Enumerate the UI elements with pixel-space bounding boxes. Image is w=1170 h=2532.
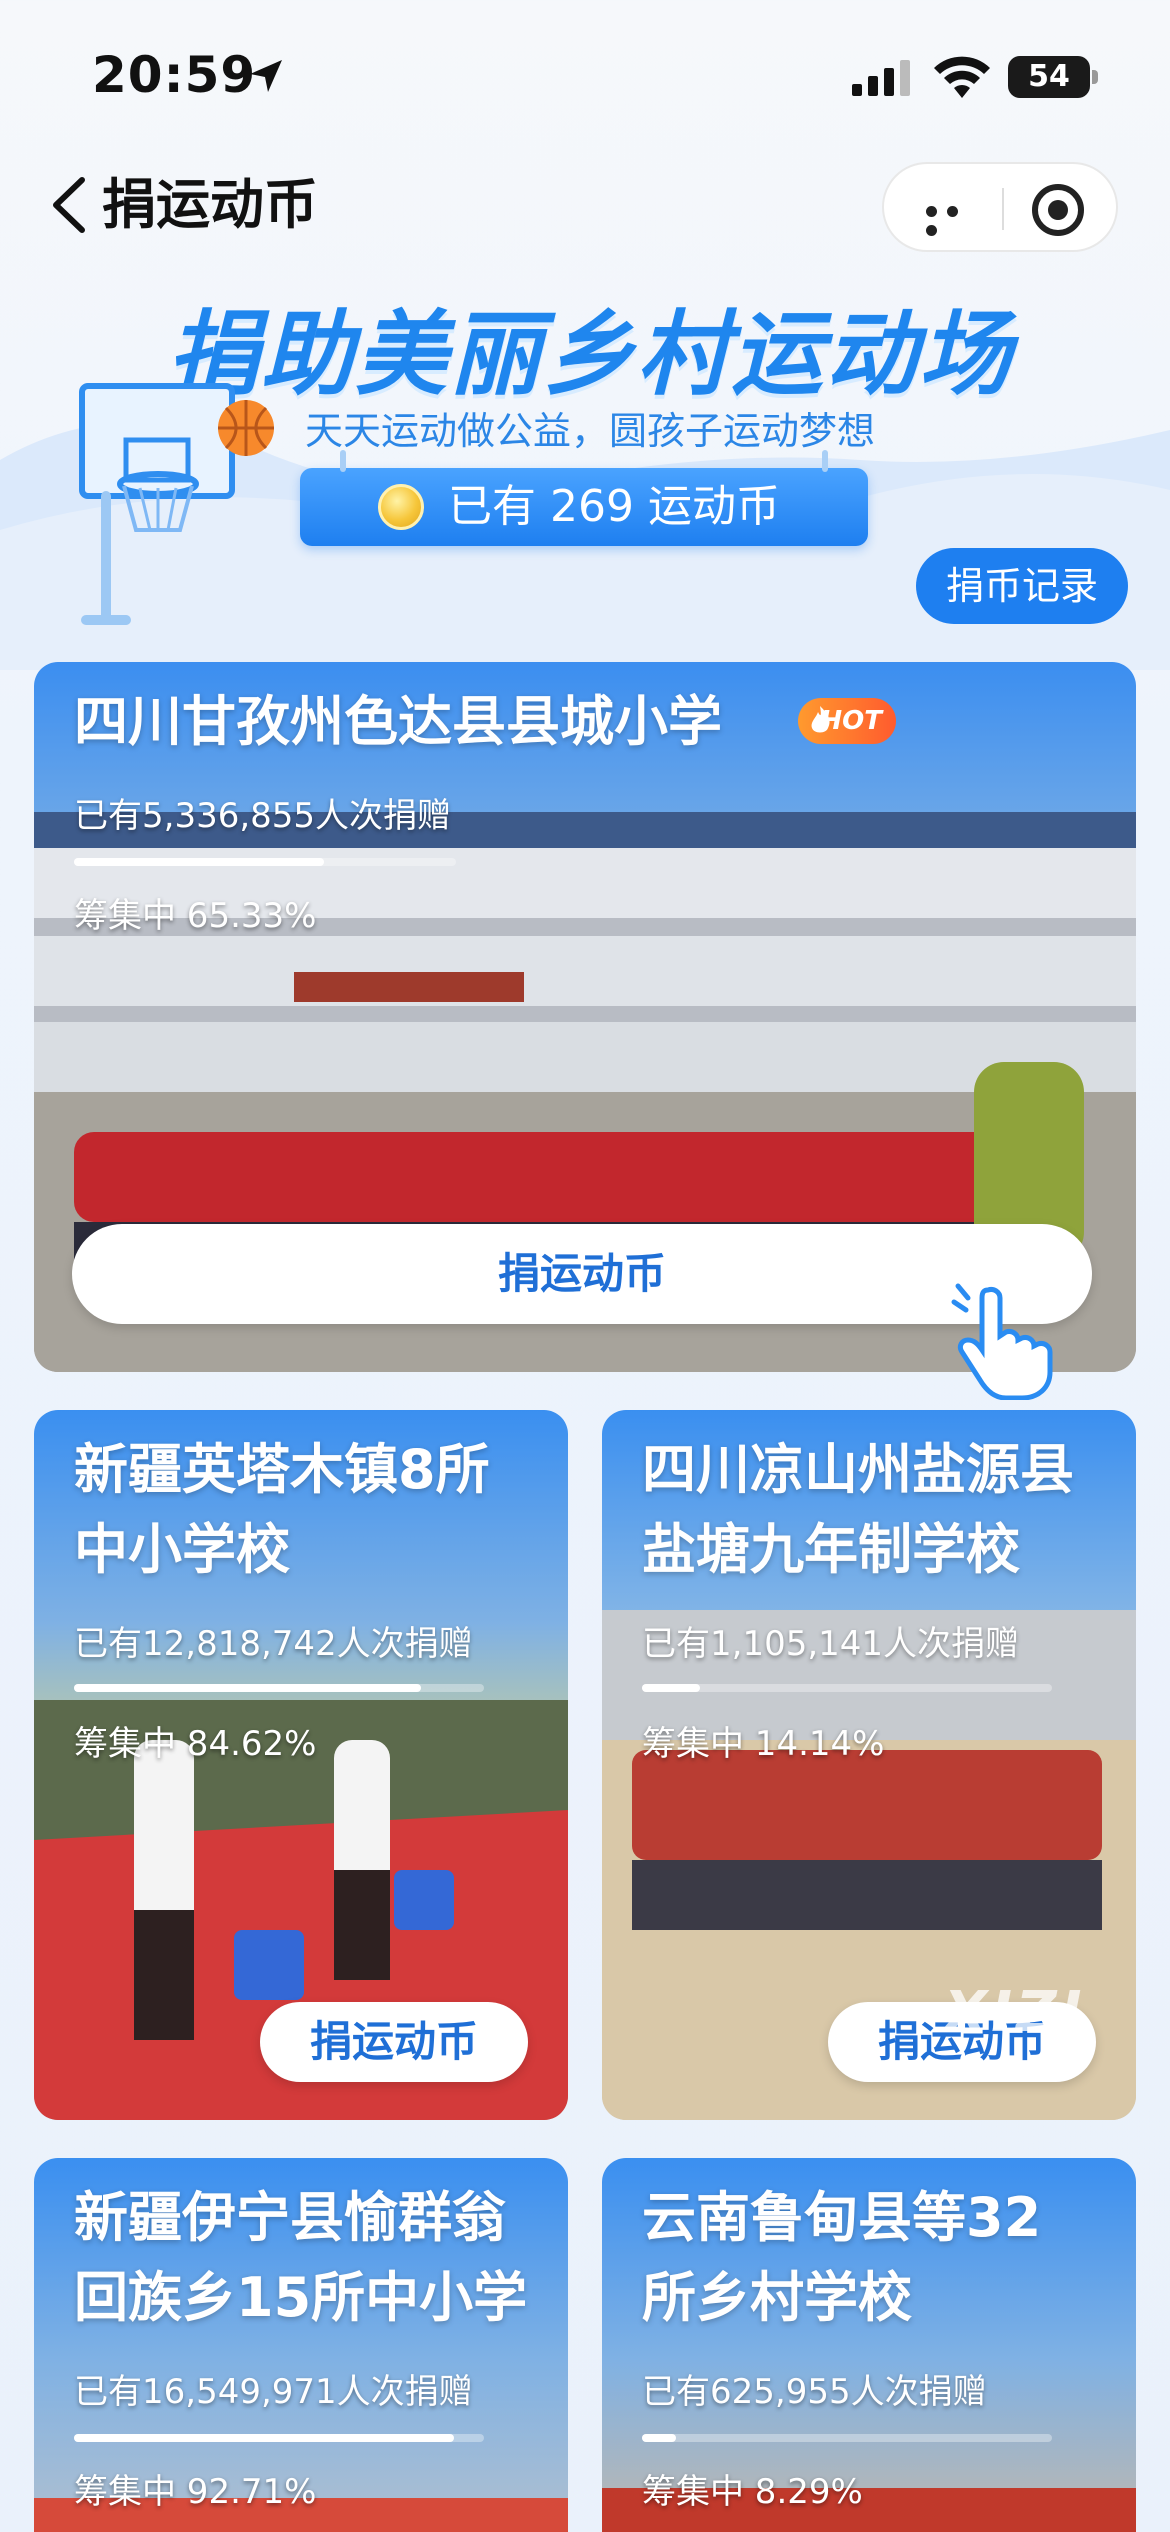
progress-percent: 筹集中 14.14% xyxy=(642,1724,885,1764)
project-title-line1: 新疆伊宁县愉群翁 xyxy=(74,2186,506,2249)
pill-post-left xyxy=(340,450,346,472)
project-card-yuqunweng[interactable]: 新疆伊宁县愉群翁 回族乡15所中小学 已有16,549,971人次捐赠 筹集中 … xyxy=(34,2158,568,2532)
progress-percent: 筹集中 65.33% xyxy=(74,896,317,936)
capsule-divider xyxy=(1002,188,1004,230)
progress-percent: 筹集中 84.62% xyxy=(74,1724,317,1764)
coin-icon xyxy=(378,484,424,530)
project-title: 四川甘孜州色达县县城小学 xyxy=(74,690,722,753)
project-title-line2: 所乡村学校 xyxy=(642,2266,912,2329)
battery-icon: 54 xyxy=(1008,56,1090,98)
project-card-ludian[interactable]: 云南鲁甸县等32 所乡村学校 已有625,955人次捐赠 筹集中 8.29% xyxy=(602,2158,1136,2532)
status-time: 20:59 xyxy=(92,46,257,104)
donation-count: 已有12,818,742人次捐赠 xyxy=(74,1624,473,1664)
watermark-logo: XIZI xyxy=(944,1980,1086,2045)
project-title-line1: 四川凉山州盐源县 xyxy=(642,1438,1074,1501)
progress-bar xyxy=(642,1684,1052,1692)
project-title-line2: 回族乡15所中小学 xyxy=(74,2266,528,2329)
donation-count: 已有625,955人次捐赠 xyxy=(642,2372,987,2412)
progress-fill xyxy=(74,2434,455,2442)
progress-percent: 筹集中 92.71% xyxy=(74,2472,317,2512)
coin-balance-text: 已有 269 运动币 xyxy=(448,481,780,532)
progress-fill xyxy=(642,2434,676,2442)
project-title-line1: 新疆英塔木镇8所 xyxy=(74,1438,490,1501)
donation-count: 已有16,549,971人次捐赠 xyxy=(74,2372,473,2412)
progress-percent: 筹集中 8.29% xyxy=(642,2472,863,2512)
donation-count: 已有5,336,855人次捐赠 xyxy=(74,796,452,836)
location-arrow-icon xyxy=(250,60,282,92)
progress-bar xyxy=(642,2434,1052,2442)
flame-icon xyxy=(811,706,830,733)
donate-coins-button[interactable]: 捐运动币 xyxy=(72,1224,1092,1324)
battery-level: 54 xyxy=(1028,59,1070,94)
project-title-line2: 盐塘九年制学校 xyxy=(642,1518,1020,1581)
pointing-hand-icon xyxy=(951,1283,1053,1400)
project-card-seda[interactable]: 四川甘孜州色达县县城小学 HOT 已有5,336,855人次捐赠 筹集中 65.… xyxy=(34,662,1136,1372)
coin-balance: 已有 269 运动币 xyxy=(300,450,868,546)
project-title-line2: 中小学校 xyxy=(74,1518,290,1581)
mini-program-capsule xyxy=(882,162,1118,252)
more-options-icon[interactable] xyxy=(926,202,986,236)
donation-record-button[interactable]: 捐币记录 xyxy=(916,548,1128,624)
battery-cap xyxy=(1092,70,1098,84)
back-chevron-icon[interactable] xyxy=(44,170,96,240)
wifi-icon xyxy=(934,56,990,98)
donate-coins-button[interactable]: 捐运动币 xyxy=(260,2002,528,2082)
progress-bar xyxy=(74,858,456,866)
progress-bar xyxy=(74,2434,484,2442)
progress-fill xyxy=(74,858,324,866)
project-title-line1: 云南鲁甸县等32 xyxy=(642,2186,1042,2249)
progress-fill xyxy=(642,1684,700,1692)
page-title: 捐运动币 xyxy=(102,173,318,236)
cellular-signal-icon xyxy=(852,60,910,96)
pill-post-right xyxy=(822,450,828,472)
donation-count: 已有1,105,141人次捐赠 xyxy=(642,1624,1020,1664)
status-bar: 20:59 54 xyxy=(0,0,1170,150)
hero-subtitle: 天天运动做公益，圆孩子运动梦想 xyxy=(304,409,875,453)
hero-banner: 捐助美丽乡村运动场 天天运动做公益，圆孩子运动梦想 已有 269 运动币 捐币记… xyxy=(0,270,1170,670)
progress-bar xyxy=(74,1684,484,1692)
basketball-hoop-icon xyxy=(79,383,274,625)
project-card-yingtamu[interactable]: 新疆英塔木镇8所 中小学校 已有12,818,742人次捐赠 筹集中 84.62… xyxy=(34,1410,568,2120)
progress-fill xyxy=(74,1684,421,1692)
close-target-icon[interactable] xyxy=(1032,184,1084,236)
hot-badge: HOT xyxy=(798,698,896,744)
